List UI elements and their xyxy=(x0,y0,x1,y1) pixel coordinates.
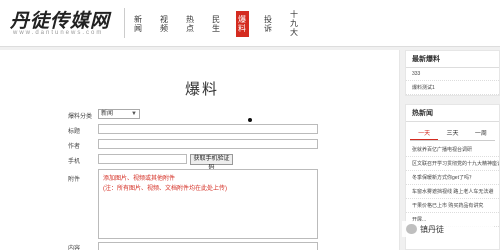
hot-news-item[interactable]: 区文联召开学习贯彻党的十九大精神座谈会 xyxy=(406,157,499,171)
nav-livelihood[interactable]: 民生 xyxy=(203,0,229,47)
phone-input[interactable] xyxy=(98,154,187,164)
author-input[interactable] xyxy=(98,139,318,149)
author-label: 作者 xyxy=(68,144,81,150)
nav-video[interactable]: 视频 xyxy=(151,0,177,47)
category-select[interactable]: 新闻 ▼ xyxy=(98,109,140,119)
content-textarea[interactable] xyxy=(98,242,318,250)
nav-19th-congress[interactable]: 十九大 xyxy=(281,0,307,47)
content-label: 内容 xyxy=(68,246,81,250)
site-logo[interactable]: 丹徒传媒网 xyxy=(10,6,110,33)
latest-report-item[interactable]: 333 xyxy=(406,68,499,81)
mouse-cursor-dot xyxy=(248,118,252,122)
wechat-watermark: 镇丹徒 xyxy=(402,221,494,237)
add-attachment-link[interactable]: 添加图片、视频或其他附件 xyxy=(103,173,175,182)
latest-reports-title: 最新爆料 xyxy=(406,51,499,68)
latest-report-item[interactable]: 爆料测试1 xyxy=(406,81,499,95)
tab-one-day[interactable]: 一天 xyxy=(410,126,439,140)
hot-news-title: 热新闻 xyxy=(406,105,499,122)
hot-news-item[interactable]: 冬季保暖新方式你get了吗？ xyxy=(406,171,499,185)
phone-label: 手机 xyxy=(68,159,81,165)
latest-reports-box: 最新爆料 333 爆料测试1 xyxy=(405,50,500,96)
wechat-icon xyxy=(406,224,417,234)
hot-news-item[interactable]: 车窗水雾遮挡视线 路上老人车无法避 xyxy=(406,185,499,199)
attachment-box: 添加图片、视频或其他附件 (注：所有图片、视频、文档附件均在此处上传) xyxy=(98,169,318,239)
chevron-down-icon: ▼ xyxy=(131,111,137,117)
tab-three-days[interactable]: 三天 xyxy=(438,126,466,140)
nav-report[interactable]: 爆料 xyxy=(229,0,255,47)
main-nav: 新闻 视频 热点 民生 爆料 投诉 十九大 xyxy=(125,0,307,47)
title-label: 标题 xyxy=(68,129,81,135)
page-title: 爆料 xyxy=(185,81,220,98)
hot-news-item[interactable]: 张就养百亿广播电视台调研 xyxy=(406,143,499,157)
tab-one-week[interactable]: 一周 xyxy=(467,126,495,140)
attachment-note: (注：所有图片、视频、文档附件均在此处上传) xyxy=(103,186,227,192)
nav-news[interactable]: 新闻 xyxy=(125,0,151,47)
hot-news-item[interactable]: 干果价格已上市 购买药品有讲究 xyxy=(406,199,499,213)
attachment-label: 附件 xyxy=(68,177,81,183)
nav-complaint[interactable]: 投诉 xyxy=(255,0,281,47)
site-header: 丹徒传媒网 www.dantunews.com 新闻 视频 热点 民生 爆料 投… xyxy=(0,0,500,47)
site-url: www.dantunews.com xyxy=(13,30,104,36)
category-label: 爆料分类 xyxy=(68,114,93,120)
report-form-panel: 爆料 爆料分类 新闻 ▼ 标题 作者 手机 获取手机验证码 附件 添加图片、视频… xyxy=(0,50,400,250)
get-verification-code-button[interactable]: 获取手机验证码 xyxy=(190,154,233,171)
sidebar: 最新爆料 333 爆料测试1 热新闻 一天 三天 一周 张就养百亿广播电视台调研… xyxy=(405,50,500,250)
hot-news-tabs: 一天 三天 一周 xyxy=(410,126,495,141)
title-input[interactable] xyxy=(98,124,318,134)
nav-hot[interactable]: 热点 xyxy=(177,0,203,47)
